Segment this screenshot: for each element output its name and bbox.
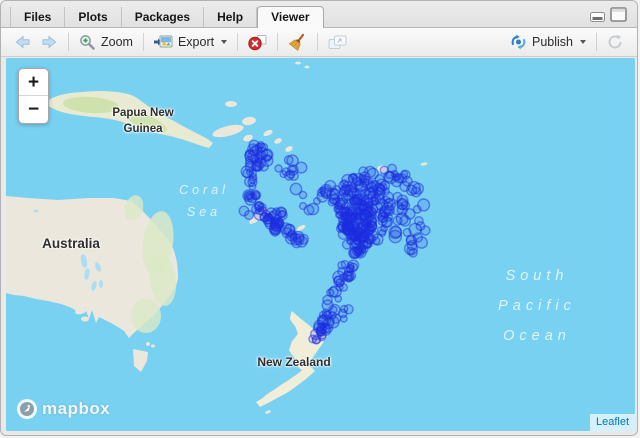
- lake: [99, 280, 103, 288]
- zoom-label: Zoom: [101, 35, 133, 49]
- forward-button[interactable]: [36, 33, 63, 51]
- publish-dropdown-caret: [580, 40, 586, 44]
- toolbar-separator: [596, 33, 597, 51]
- back-button[interactable]: [9, 33, 36, 51]
- popout-window-icon: [328, 35, 347, 49]
- island: [242, 116, 256, 126]
- island: [285, 146, 293, 152]
- export-label: Export: [177, 35, 215, 49]
- toolbar-separator: [317, 33, 319, 51]
- mapbox-logo-icon: [17, 399, 37, 419]
- island: [146, 342, 150, 346]
- zoom-out-button[interactable]: −: [19, 96, 48, 123]
- tab-files[interactable]: Files: [10, 7, 66, 27]
- island: [151, 344, 155, 348]
- island: [225, 101, 237, 107]
- window-controls: [590, 7, 627, 22]
- toolbar-right-group: Publish: [505, 32, 629, 52]
- refresh-icon: [608, 34, 622, 49]
- maximize-pane-icon[interactable]: [610, 7, 627, 22]
- tab-packages[interactable]: Packages: [122, 7, 205, 27]
- publish-icon: [511, 34, 526, 50]
- toolbar-separator: [142, 33, 144, 51]
- toolbar-separator: [237, 33, 239, 51]
- tab-viewer[interactable]: Viewer: [257, 6, 324, 28]
- zoom-in-button[interactable]: +: [19, 69, 48, 96]
- forward-arrow-icon: [42, 35, 57, 49]
- tab-bar: Files Plots Packages Help Viewer: [1, 1, 637, 28]
- toolbar-separator: [277, 33, 279, 51]
- toolbar-separator: [68, 33, 69, 51]
- map-zoom-control: + −: [18, 68, 49, 124]
- land-nz-south-island: [256, 365, 315, 407]
- island: [420, 162, 428, 166]
- minimize-pane-icon[interactable]: [590, 12, 605, 22]
- zoom-button[interactable]: Zoom: [74, 32, 138, 52]
- island: [265, 410, 271, 414]
- island: [212, 124, 244, 138]
- island: [304, 65, 310, 69]
- island: [295, 61, 301, 65]
- leaflet-attribution[interactable]: Leaflet: [589, 414, 635, 431]
- island: [263, 129, 273, 137]
- magnifier-plus-icon: [80, 35, 95, 50]
- island: [81, 316, 89, 322]
- broom-icon: [288, 33, 305, 51]
- viewer-toolbar: Zoom Export Publish: [1, 28, 637, 57]
- lake: [33, 209, 39, 213]
- quake-markers: [238, 139, 431, 345]
- remove-viewer-item-button[interactable]: [243, 32, 272, 53]
- mapbox-wordmark: mapbox: [42, 399, 111, 418]
- land-green: [131, 299, 161, 333]
- island: [274, 138, 282, 144]
- export-button[interactable]: Export: [149, 33, 232, 51]
- red-stop-icon: [248, 34, 267, 50]
- clear-viewer-button[interactable]: [283, 31, 312, 53]
- back-arrow-icon: [15, 35, 30, 49]
- tab-help[interactable]: Help: [204, 7, 258, 27]
- export-image-icon: [153, 35, 173, 48]
- mapbox-logo[interactable]: mapbox: [16, 398, 110, 420]
- leaflet-map[interactable]: Papua New Guinea Australia New Zealand Cora…: [6, 58, 635, 431]
- land-tasmania: [133, 349, 148, 372]
- publish-button[interactable]: Publish: [505, 32, 591, 52]
- rstudio-viewer-pane: Files Plots Packages Help Viewer Zoom Ex…: [0, 0, 638, 436]
- refresh-button-disabled[interactable]: [602, 32, 629, 52]
- tab-plots[interactable]: Plots: [65, 7, 122, 27]
- map-canvas: [6, 61, 431, 414]
- tabs-container: Files Plots Packages Help Viewer: [10, 6, 324, 28]
- show-in-new-window-button[interactable]: [323, 33, 352, 52]
- export-dropdown-caret: [221, 40, 228, 44]
- publish-label: Publish: [532, 35, 573, 49]
